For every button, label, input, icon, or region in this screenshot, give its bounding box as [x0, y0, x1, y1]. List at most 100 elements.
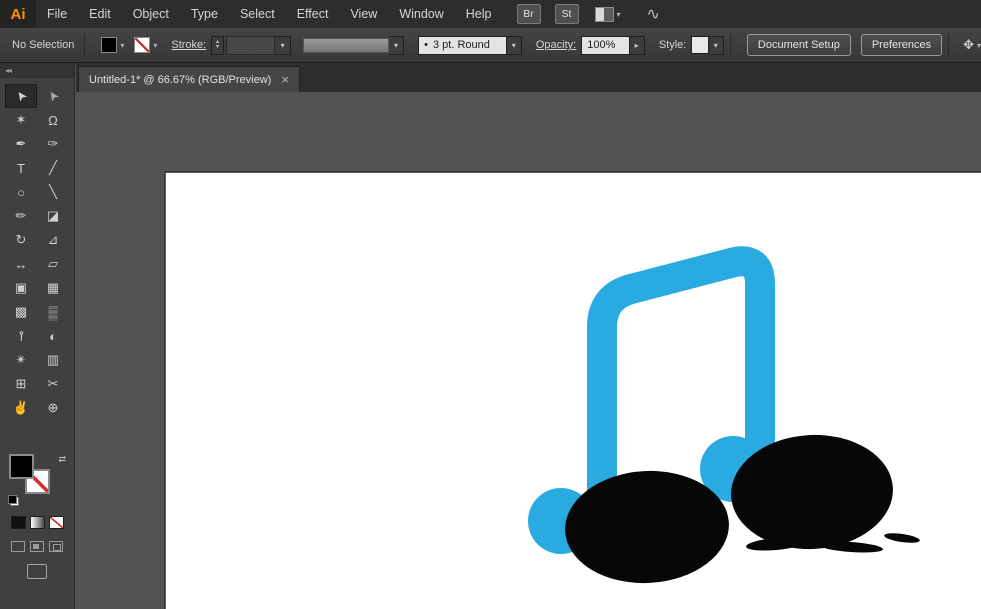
blob-brush-tool[interactable]: ✑ [37, 132, 69, 156]
rotate-tool-icon: ↻ [16, 232, 27, 248]
chevron-down-icon: ▾ [120, 41, 124, 50]
menu-select[interactable]: Select [229, 0, 286, 28]
chevron-right-icon: ▸ [635, 41, 639, 50]
color-button[interactable] [11, 516, 26, 529]
menu-view[interactable]: View [339, 0, 388, 28]
stroke-weight-dropdown[interactable]: ▾ [275, 36, 290, 55]
draw-inside-button[interactable] [49, 541, 63, 552]
menu-file[interactable]: File [36, 0, 78, 28]
menu-object[interactable]: Object [122, 0, 180, 28]
gradient-tool[interactable]: ▒ [37, 300, 69, 324]
paintbrush-tool[interactable]: ╲ [37, 180, 69, 204]
stroke-label[interactable]: Stroke: [171, 39, 206, 51]
symbol-sprayer-tool[interactable]: ✴ [5, 348, 37, 372]
pencil-tool[interactable]: ✏ [5, 204, 37, 228]
default-fill-stroke-button[interactable] [8, 495, 19, 506]
gradient-tool-icon: ▒ [48, 305, 57, 320]
eyedropper-tool[interactable]: ⊸ [5, 324, 37, 348]
paintbrush-tool-icon: ╲ [49, 184, 57, 200]
arrange-documents-button[interactable]: ▾ [595, 7, 621, 22]
column-graph-tool[interactable]: ▥ [37, 348, 69, 372]
shape-builder-tool[interactable]: ▣ [5, 276, 37, 300]
chevron-down-icon: ▾ [394, 41, 398, 50]
type-tool[interactable]: T [5, 156, 37, 180]
fill-indicator[interactable] [9, 454, 34, 479]
stock-button[interactable]: St [555, 4, 579, 24]
chevron-down-icon: ▾ [281, 41, 285, 50]
variable-width-profile-dropdown[interactable]: ▾ [389, 36, 404, 55]
pen-tool[interactable]: ✒ [5, 132, 37, 156]
pencil-tool-icon: ✏ [16, 208, 27, 224]
gradient-button[interactable] [30, 516, 45, 529]
stroke-weight-stepper[interactable]: ▴ ▾ [211, 36, 224, 55]
mesh-tool-icon: ▩ [15, 304, 27, 320]
preferences-button[interactable]: Preferences [861, 34, 942, 56]
swap-fill-stroke-icon[interactable]: ⇄ [58, 454, 66, 465]
slice-tool[interactable]: ✂ [37, 372, 69, 396]
menu-edit[interactable]: Edit [78, 0, 122, 28]
stroke-weight-field[interactable] [226, 36, 276, 55]
bridge-button[interactable]: Br [517, 4, 541, 24]
magic-wand-tool[interactable]: ✶ [5, 108, 37, 132]
collapse-panel-icon[interactable]: ◂◂ [5, 66, 11, 75]
magic-wand-tool-icon: ✶ [16, 112, 27, 128]
artwork-svg [76, 92, 981, 609]
drawing-mode-buttons [0, 541, 74, 552]
brush-definition-field[interactable]: • 3 pt. Round [418, 36, 506, 55]
stroke-none-swatch-icon [134, 37, 150, 53]
draw-normal-button[interactable] [11, 541, 25, 552]
menu-effect[interactable]: Effect [286, 0, 340, 28]
tools-panel-header: ◂◂ [0, 62, 74, 78]
workspace-switcher[interactable]: ✥ ▾ [963, 37, 981, 53]
opacity-field[interactable]: 100% [581, 36, 629, 55]
direct-selection-tool[interactable]: ➤ [37, 84, 69, 108]
stepper-down-icon: ▾ [216, 45, 219, 50]
none-button[interactable] [49, 516, 64, 529]
selection-tool[interactable]: ➤ [5, 84, 37, 108]
ellipse-tool[interactable]: ○ [5, 180, 37, 204]
hand-tool[interactable]: ✌ [5, 396, 37, 420]
zoom-tool[interactable]: ⊕ [37, 396, 69, 420]
cs-live-icon[interactable]: ∿ [647, 4, 660, 24]
opacity-label[interactable]: Opacity: [536, 39, 576, 51]
line-segment-tool-icon: ╱ [49, 160, 57, 176]
app-logo: Ai [0, 0, 36, 28]
menu-type[interactable]: Type [180, 0, 229, 28]
menu-window[interactable]: Window [388, 0, 454, 28]
fill-color-picker[interactable]: ▾ [101, 37, 124, 53]
eraser-tool-icon: ◪ [47, 208, 59, 224]
document-tab[interactable]: Untitled-1* @ 66.67% (RGB/Preview) × [78, 66, 300, 92]
separator [84, 33, 85, 57]
shape-builder-tool-icon: ▣ [15, 280, 27, 296]
screen-mode-button[interactable] [27, 564, 47, 579]
brush-preset-value: 3 pt. Round [433, 39, 490, 51]
width-tool[interactable]: ↔ [5, 252, 37, 276]
draw-behind-button[interactable] [30, 541, 44, 552]
lasso-tool[interactable]: Ω [37, 108, 69, 132]
artboard-tool[interactable]: ⊞ [5, 372, 37, 396]
zoom-tool-icon: ⊕ [48, 400, 59, 416]
close-icon[interactable]: × [281, 73, 289, 86]
symbol-sprayer-tool-icon: ✴ [16, 352, 27, 368]
document-tab-bar: Untitled-1* @ 66.67% (RGB/Preview) × [76, 62, 981, 92]
eraser-tool[interactable]: ◪ [37, 204, 69, 228]
brush-definition-dropdown[interactable]: ▾ [507, 36, 522, 55]
style-dropdown[interactable]: ▾ [709, 36, 724, 55]
chevron-down-icon: ▾ [512, 41, 516, 50]
ellipse-tool-icon: ○ [17, 185, 25, 200]
blend-tool[interactable]: ◐ [37, 324, 69, 348]
rotate-tool[interactable]: ↻ [5, 228, 37, 252]
perspective-grid-tool[interactable]: ▦ [37, 276, 69, 300]
mesh-tool[interactable]: ▩ [5, 300, 37, 324]
style-swatch[interactable] [691, 36, 708, 54]
scale-tool[interactable]: ⊿ [37, 228, 69, 252]
stroke-color-picker[interactable]: ▾ [134, 37, 157, 53]
canvas[interactable] [76, 92, 981, 609]
menu-help[interactable]: Help [455, 0, 503, 28]
opacity-slider-button[interactable]: ▸ [630, 36, 645, 55]
free-transform-tool[interactable]: ▱ [37, 252, 69, 276]
document-setup-button[interactable]: Document Setup [747, 34, 851, 56]
selection-status: No Selection [12, 39, 74, 51]
perspective-grid-tool-icon: ▦ [47, 280, 59, 296]
line-segment-tool[interactable]: ╱ [37, 156, 69, 180]
